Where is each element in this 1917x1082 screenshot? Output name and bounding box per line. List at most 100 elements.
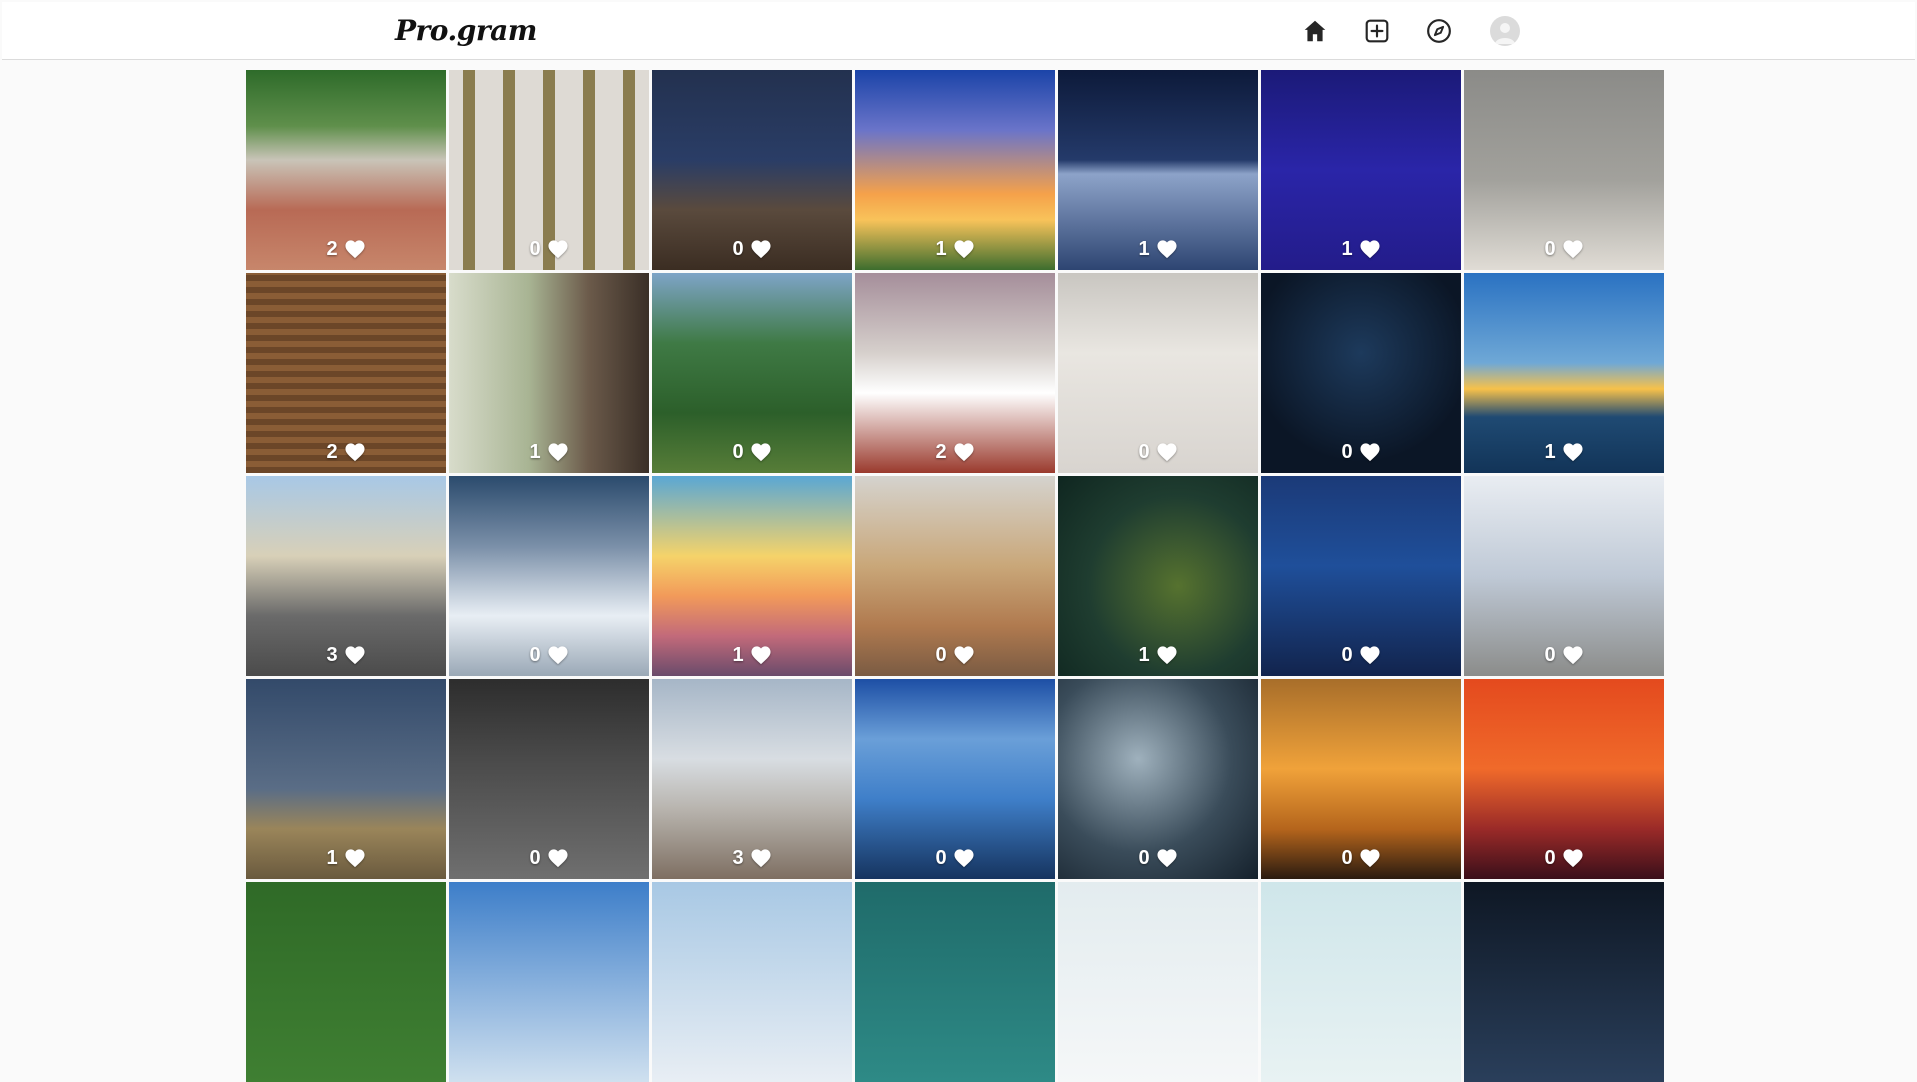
like-count-overlay: 0 [652,238,852,260]
post-tile[interactable]: 0 [1464,476,1664,676]
post-tile[interactable]: 0 [449,679,649,879]
like-count-overlay: 3 [246,644,446,666]
like-count-overlay: 3 [652,847,852,869]
heart-icon [1563,646,1583,665]
heart-icon [954,849,974,868]
home-icon [1304,20,1326,42]
like-count: 0 [1341,644,1353,666]
home-button[interactable] [1299,15,1331,47]
post-tile[interactable]: 0 [1058,273,1258,473]
new-post-button[interactable] [1361,15,1393,47]
heart-icon [1360,849,1380,868]
heart-icon [1157,646,1177,665]
explore-button[interactable] [1423,15,1455,47]
post-tile[interactable] [246,882,446,1082]
plus-square-icon [1365,19,1389,43]
post-tile[interactable] [1464,882,1664,1082]
post-tile[interactable]: 0 [652,273,852,473]
like-count: 0 [732,441,744,463]
like-count: 1 [1341,238,1353,260]
post-tile[interactable] [1058,882,1258,1082]
like-count: 0 [529,644,541,666]
post-image [1261,882,1461,1082]
post-image [246,882,446,1082]
like-count-overlay: 1 [1058,644,1258,666]
post-tile[interactable] [1261,882,1461,1082]
post-tile[interactable]: 2 [246,273,446,473]
post-tile[interactable]: 0 [1058,679,1258,879]
like-count-overlay: 0 [1058,441,1258,463]
like-count-overlay: 0 [855,847,1055,869]
like-count: 0 [529,238,541,260]
like-count-overlay: 0 [855,644,1055,666]
like-count-overlay: 0 [449,644,649,666]
post-tile[interactable]: 1 [855,70,1055,270]
like-count: 1 [326,847,338,869]
post-tile[interactable]: 0 [652,70,852,270]
like-count: 0 [1341,441,1353,463]
like-count-overlay: 0 [1464,847,1664,869]
heart-icon [345,443,365,462]
post-tile[interactable]: 0 [855,476,1055,676]
like-count-overlay: 0 [1058,847,1258,869]
heart-icon [548,443,568,462]
like-count: 0 [1544,238,1556,260]
like-count-overlay: 2 [246,441,446,463]
heart-icon [1157,443,1177,462]
post-tile[interactable]: 3 [246,476,446,676]
post-tile[interactable]: 0 [1261,476,1461,676]
heart-icon [345,849,365,868]
profile-button[interactable] [1489,15,1521,47]
like-count: 1 [1138,644,1150,666]
post-tile[interactable]: 1 [1464,273,1664,473]
post-tile[interactable]: 1 [1058,70,1258,270]
like-count-overlay: 0 [449,847,649,869]
post-tile[interactable]: 0 [449,476,649,676]
like-count-overlay: 1 [1261,238,1461,260]
like-count-overlay: 1 [855,238,1055,260]
post-tile[interactable] [449,882,649,1082]
compass-icon [1427,19,1451,43]
post-tile[interactable]: 0 [1464,679,1664,879]
post-image [1058,882,1258,1082]
heart-icon [1157,240,1177,259]
like-count: 0 [1544,644,1556,666]
heart-icon [1360,443,1380,462]
app-logo[interactable]: Pro.gram [395,14,537,48]
heart-icon [954,240,974,259]
post-tile[interactable]: 0 [855,679,1055,879]
like-count: 0 [1138,441,1150,463]
post-tile[interactable] [855,882,1055,1082]
heart-icon [548,646,568,665]
post-tile[interactable]: 2 [246,70,446,270]
post-tile[interactable]: 0 [1261,679,1461,879]
like-count: 0 [1138,847,1150,869]
like-count-overlay: 2 [855,441,1055,463]
post-tile[interactable]: 0 [1464,70,1664,270]
post-tile[interactable]: 0 [449,70,649,270]
post-tile[interactable]: 1 [1261,70,1461,270]
post-tile[interactable]: 1 [246,679,446,879]
post-tile[interactable]: 2 [855,273,1055,473]
post-tile[interactable]: 1 [1058,476,1258,676]
post-tile[interactable] [652,882,852,1082]
post-tile[interactable]: 0 [1261,273,1461,473]
like-count-overlay: 1 [449,441,649,463]
post-image [449,882,649,1082]
post-tile[interactable]: 3 [652,679,852,879]
heart-icon [1360,240,1380,259]
heart-icon [954,443,974,462]
like-count: 1 [1544,441,1556,463]
heart-icon [548,240,568,259]
post-tile[interactable]: 1 [449,273,649,473]
heart-icon [1563,240,1583,259]
like-count-overlay: 0 [1464,238,1664,260]
post-tile[interactable]: 1 [652,476,852,676]
like-count-overlay: 2 [246,238,446,260]
like-count: 2 [326,441,338,463]
like-count-overlay: 0 [1464,644,1664,666]
like-count-overlay: 0 [652,441,852,463]
like-count: 0 [1544,847,1556,869]
heart-icon [751,849,771,868]
like-count: 3 [732,847,744,869]
